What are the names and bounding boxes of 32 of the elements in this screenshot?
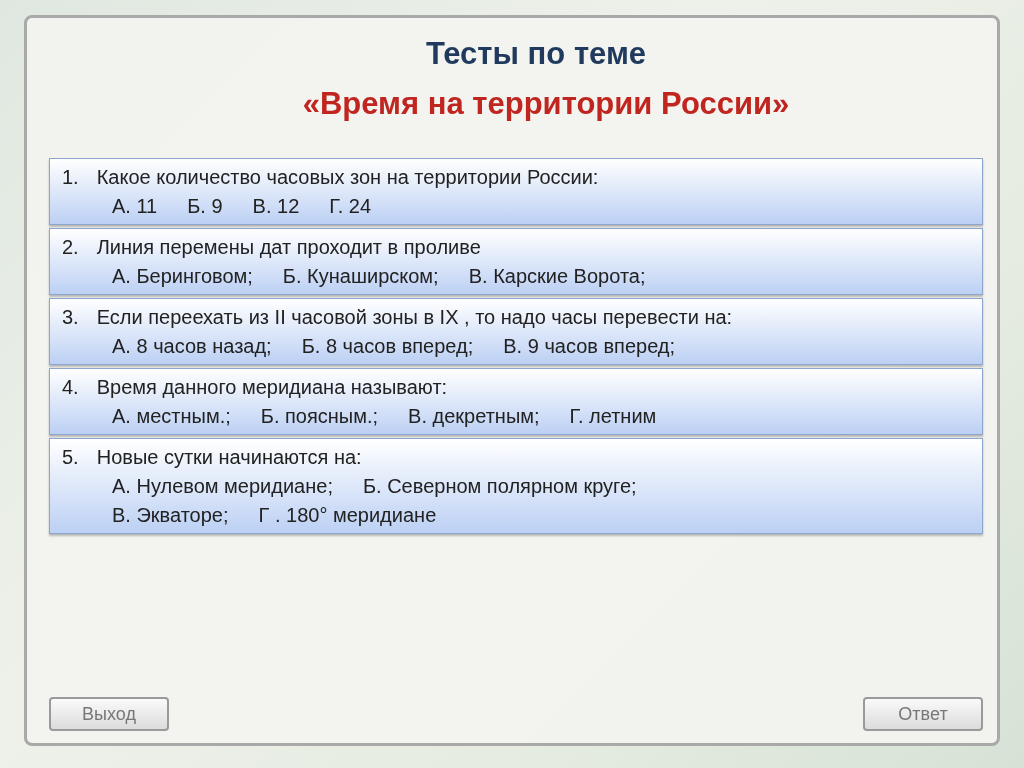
question-text: Время данного меридиана называют: <box>96 376 448 399</box>
answer-option: В. декретным; <box>408 405 540 428</box>
answer-option: А. Нулевом меридиане; <box>112 475 333 498</box>
question-text: Линия перемены дат проходит в проливе <box>96 236 481 259</box>
answer-option: Б. Северном полярном круге; <box>362 475 637 498</box>
question-number: 3. <box>62 306 79 329</box>
slide-subtitle: «Время на территории России» <box>302 86 790 122</box>
question-text: Если переехать из II часовой зоны в IX , то надо часы перевести на: <box>96 306 733 329</box>
question-number: 1. <box>62 166 79 189</box>
answer-option: Б. 9 <box>187 195 223 218</box>
answer-option: В. Экваторе; <box>112 504 229 527</box>
answer-option: Г. летним <box>569 405 657 428</box>
question-text: Новые сутки начинаются на: <box>96 446 362 469</box>
answer-option: В. Карские Ворота; <box>468 265 646 288</box>
answer-option: Б. поясным.; <box>260 405 379 428</box>
answer-option: А. Беринговом; <box>112 265 253 288</box>
answer-option: Г . 180° меридиане <box>258 504 437 527</box>
answer-button[interactable]: Ответ <box>863 697 983 731</box>
answer-option: А. местным.; <box>112 405 231 428</box>
answer-option: А. 11 <box>112 195 158 218</box>
answer-option: В. 12 <box>252 195 300 218</box>
slide-title: Тесты по теме <box>425 36 647 72</box>
exit-button[interactable]: Выход <box>49 697 169 731</box>
question-text: Какое количество часовых зон на территории России: <box>96 166 599 189</box>
question-number: 4. <box>62 376 79 399</box>
question-number: 2. <box>62 236 79 259</box>
answer-option: В. 9 часов вперед; <box>503 335 676 358</box>
question-number: 5. <box>62 446 79 469</box>
answer-option: А. 8 часов назад; <box>112 335 272 358</box>
answer-option: Г. 24 <box>329 195 372 218</box>
answer-option: Б. Кунаширском; <box>282 265 439 288</box>
answer-option: Б. 8 часов вперед; <box>301 335 474 358</box>
